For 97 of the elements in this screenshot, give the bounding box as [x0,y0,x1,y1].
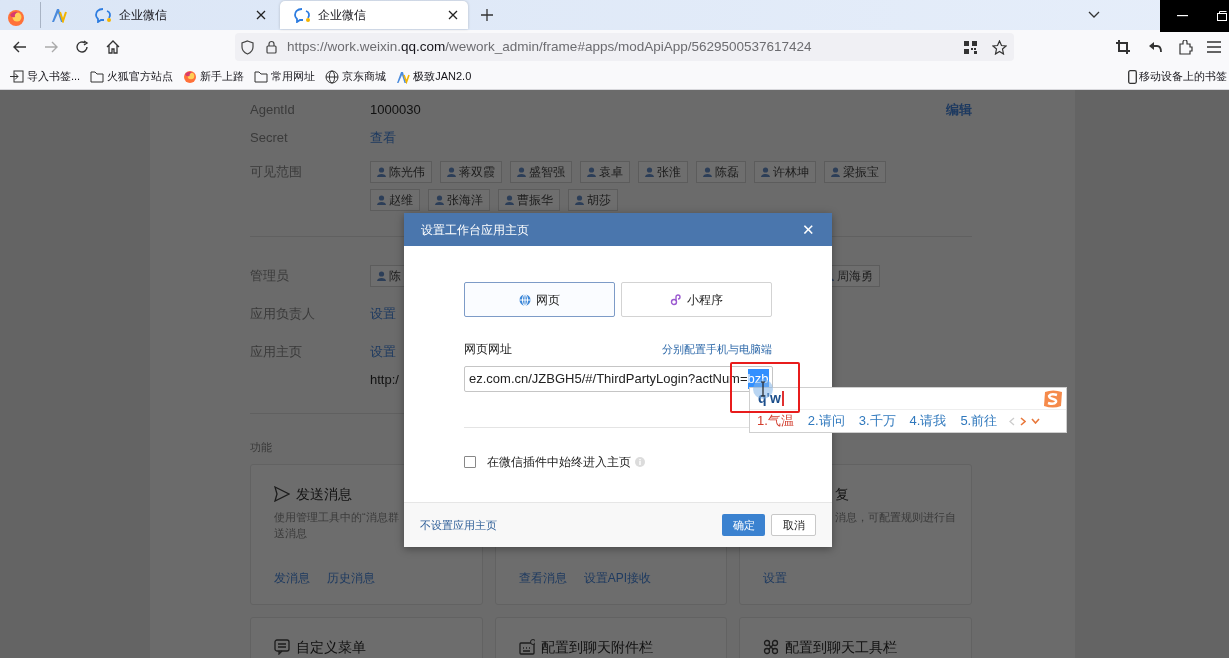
person-tag: 陈磊 [696,161,746,183]
config-link[interactable]: 分别配置手机与电脑端 [662,340,772,358]
restore-icon[interactable] [1217,11,1227,21]
person-tag: 张淮 [638,161,688,183]
person-tag: 蒋双霞 [440,161,502,183]
mode-tab[interactable]: 小程序 [621,282,772,317]
minimize-icon[interactable] [1177,15,1188,17]
person-tag: 盛智强 [510,161,572,183]
send-icon [274,486,290,502]
checkbox[interactable] [464,456,476,468]
person-tag: 曹振华 [498,189,560,211]
field-label: 网页网址 [464,341,512,358]
import-icon [10,69,24,84]
star-icon[interactable] [992,39,1007,55]
bookmark-item[interactable]: 京东商城 [325,68,387,85]
bookmark-item[interactable]: 常用网址 [254,68,316,85]
card-title: 配置到聊天工具栏 [785,637,898,657]
globe-icon [519,293,531,306]
person-icon [761,167,770,177]
tab-title: 企业微信 [318,7,367,24]
person-tag: 张海洋 [428,189,490,211]
chevron-right-icon[interactable] [1020,416,1027,426]
keyboard-plus-icon [518,639,535,655]
person-icon [575,195,584,205]
chat-bubble-icon [95,7,113,23]
ime-candidate[interactable]: 2.请问 [807,411,845,431]
reload-icon[interactable] [75,40,89,54]
crop-icon[interactable] [1116,40,1130,54]
person-icon [377,195,386,205]
info-icon [635,457,645,467]
av-logo-icon [396,69,411,84]
tab-title: 企业微信 [119,7,168,24]
url-text: https://work.weixin.qq.com/wework_admin/frame#apps/modApiApp/5629500537617424 [287,37,812,56]
browser-tab[interactable]: 企业微信 [280,1,468,29]
person-tag: 袁卓 [580,161,630,183]
card-title: 配置到聊天附件栏 [540,637,653,657]
new-tab-icon[interactable] [481,9,493,21]
four-circles-icon [763,639,780,655]
firefox-icon [183,69,198,84]
person-icon [377,167,386,177]
homepage-url: http:/ [370,371,399,390]
menu-list-icon [274,639,290,655]
ime-candidate[interactable]: 5.前往 [960,411,998,431]
cancel-button[interactable]: 取消 [771,514,816,536]
folder-icon [90,69,105,84]
person-icon [447,167,456,177]
person-icon [587,167,596,177]
person-icon [831,167,840,177]
person-icon [505,195,514,205]
card-title: 复 [835,484,850,504]
browser-tab[interactable]: 企业微信 [81,1,276,29]
bookmark-item[interactable]: 导入书签... [10,68,81,85]
lock-icon [266,40,277,54]
person-icon [435,195,444,205]
no-homepage-link[interactable]: 不设置应用主页 [420,516,722,534]
person-tag: 胡莎 [568,189,618,211]
bookmark-item[interactable]: 移动设备上的书签 [1128,68,1227,85]
qr-code-icon[interactable] [964,40,977,54]
person-icon [703,167,712,177]
address-bar[interactable]: https://work.weixin.qq.com/wework_admin/frame#apps/modApiApp/5629500537617424 [235,33,1014,61]
menu-icon[interactable] [1207,41,1221,53]
ime-candidate[interactable]: 4.请我 [909,411,947,431]
home-icon[interactable] [106,40,120,54]
chat-bubble-icon [294,7,312,23]
ime-candidate[interactable]: 3.千万 [858,411,896,431]
close-icon[interactable] [256,10,266,20]
person-tag: 许林坤 [754,161,816,183]
av-logo-icon [51,7,67,23]
person-icon [645,167,654,177]
confirm-button[interactable]: 确定 [722,514,765,536]
folder-icon [254,69,269,84]
person-tag: 赵维 [370,189,420,211]
firefox-icon[interactable] [7,9,25,27]
bookmark-item[interactable]: 火狐官方站点 [90,68,174,85]
ime-candidate[interactable]: 1.气温 [757,411,794,431]
close-button[interactable]: ✕ [802,222,815,237]
person-icon [377,271,386,281]
bookmark-item[interactable]: 新手上路 [183,68,245,85]
checkbox-label: 在微信插件中始终进入主页 [487,454,631,471]
card-title: 自定义菜单 [296,637,366,657]
back-icon[interactable] [13,41,27,53]
card-title: 发送消息 [296,484,352,504]
phone-icon [1128,69,1137,84]
shield-icon [241,39,254,55]
field-value: 1000030 [370,101,422,120]
close-icon[interactable] [448,10,458,20]
extensions-icon[interactable] [1179,39,1193,55]
undo-icon[interactable] [1148,41,1162,53]
mode-tab[interactable]: 网页 [464,282,615,317]
person-tag: 梁振宝 [824,161,886,183]
person-tag: 陈光伟 [370,161,432,183]
dialog-title: 设置工作台应用主页 [421,221,530,239]
link-icon [670,293,682,306]
chevron-down-icon[interactable] [1088,11,1100,19]
globe-icon [325,69,340,84]
bookmark-item[interactable]: 极致JAN2.0 [396,68,472,85]
person-icon [517,167,526,177]
